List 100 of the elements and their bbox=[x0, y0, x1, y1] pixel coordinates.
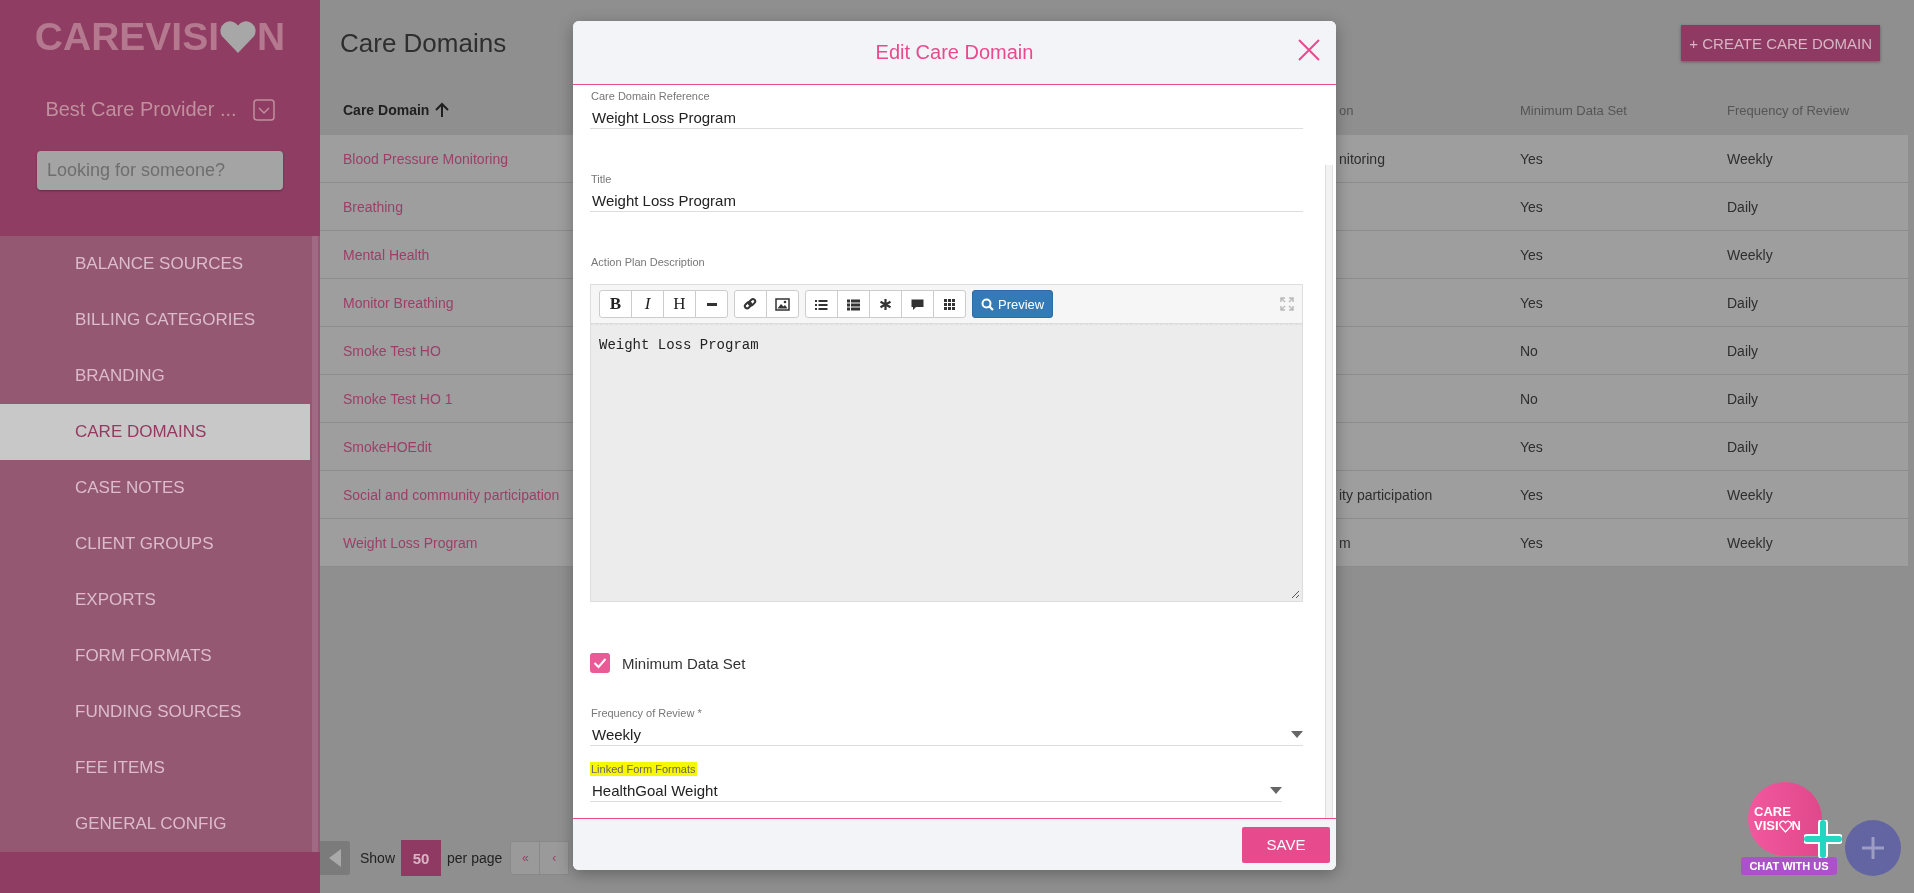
nav-item[interactable]: BILLING CATEGORIES bbox=[0, 292, 310, 348]
table-cell: Yes bbox=[1520, 438, 1543, 455]
field-label: Action Plan Description bbox=[590, 255, 706, 269]
column-header[interactable]: Care Domain bbox=[343, 102, 430, 118]
grid-icon bbox=[942, 296, 957, 312]
checkbox-label: Minimum Data Set bbox=[622, 654, 746, 672]
field-label: Frequency of Review * bbox=[590, 706, 703, 720]
domain-link[interactable]: Smoke Test HO bbox=[343, 342, 441, 359]
page-button[interactable]: « bbox=[510, 841, 541, 875]
domain-link[interactable]: Smoke Test HO 1 bbox=[343, 390, 453, 407]
asterisk-icon bbox=[878, 296, 893, 312]
table-cell: Weekly bbox=[1727, 534, 1773, 551]
domain-link[interactable]: Monitor Breathing bbox=[343, 294, 454, 311]
scrollbar[interactable] bbox=[1325, 165, 1333, 818]
nav-item[interactable]: GENERAL CONFIG bbox=[0, 796, 310, 852]
link-button[interactable] bbox=[734, 290, 767, 318]
domain-link[interactable]: Social and community participation bbox=[343, 486, 560, 503]
column-header[interactable]: Frequency of Review bbox=[1727, 102, 1850, 118]
table-cell: Yes bbox=[1520, 294, 1543, 311]
preview-button[interactable]: Preview bbox=[972, 290, 1054, 318]
table-cell: Daily bbox=[1727, 294, 1759, 311]
fullscreen-icon bbox=[1280, 297, 1294, 311]
logo-text: N bbox=[257, 15, 286, 59]
table-cell: Daily bbox=[1727, 342, 1759, 359]
image-icon bbox=[775, 296, 790, 312]
per-page-select[interactable]: 50 bbox=[401, 840, 442, 876]
table-cell: Daily bbox=[1727, 390, 1759, 407]
nav-item[interactable]: FEE ITEMS bbox=[0, 740, 310, 796]
table-cell: No bbox=[1520, 342, 1538, 359]
nav-item[interactable]: EXPORTS bbox=[0, 572, 310, 628]
caret-down-icon bbox=[1270, 786, 1282, 794]
save-button[interactable]: SAVE bbox=[1242, 826, 1330, 863]
page-title: Care Domains bbox=[340, 28, 507, 59]
nav-item[interactable]: CLIENT GROUPS bbox=[0, 516, 310, 572]
nav-item[interactable]: BRANDING bbox=[0, 348, 310, 404]
plus-icon bbox=[1861, 836, 1885, 860]
domain-link[interactable]: Blood Pressure Monitoring bbox=[343, 150, 508, 167]
text-field[interactable]: Weight Loss Program bbox=[590, 189, 1303, 212]
grid-button[interactable] bbox=[933, 290, 966, 318]
provider-name[interactable]: Best Care Provider ... bbox=[45, 98, 237, 121]
page-button[interactable]: ‹ bbox=[539, 841, 570, 875]
horizontal-rule-icon bbox=[706, 302, 717, 306]
table-cell: Yes bbox=[1520, 150, 1543, 167]
chevron-down-icon bbox=[252, 98, 275, 121]
table-cell: Daily bbox=[1727, 198, 1759, 215]
column-header[interactable]: Minimum Data Set bbox=[1520, 102, 1627, 118]
logo-text: CARE bbox=[1754, 805, 1792, 819]
nav-item[interactable]: FORM FORMATS bbox=[0, 628, 310, 684]
horizontal-rule-button[interactable] bbox=[695, 290, 728, 318]
plus-icon bbox=[1804, 820, 1842, 858]
speech-bubble-button[interactable] bbox=[901, 290, 934, 318]
asterisk-button[interactable] bbox=[869, 290, 902, 318]
image-button[interactable] bbox=[766, 290, 799, 318]
heart-icon bbox=[1778, 819, 1792, 833]
checkmark-icon bbox=[593, 657, 607, 669]
editor-text-area[interactable]: Weight Loss Program bbox=[590, 324, 1303, 602]
bullet-list-button[interactable] bbox=[805, 290, 838, 318]
close-icon[interactable] bbox=[1298, 39, 1320, 61]
bold-button[interactable]: B bbox=[599, 290, 632, 318]
table-cell: Weekly bbox=[1727, 246, 1773, 263]
table-cell: Weekly bbox=[1727, 486, 1773, 503]
table-cell: Yes bbox=[1520, 534, 1543, 551]
triangle-left-icon bbox=[329, 849, 341, 867]
list-button[interactable] bbox=[837, 290, 870, 318]
nav-item[interactable]: BALANCE SOURCES bbox=[0, 236, 310, 292]
nav-item[interactable]: FUNDING SOURCES bbox=[0, 684, 310, 740]
field-label: Title bbox=[590, 172, 613, 186]
link-icon bbox=[743, 296, 758, 312]
table-cell: m bbox=[1339, 534, 1351, 551]
domain-link[interactable]: Mental Health bbox=[343, 246, 430, 263]
logo-text: CAREVISI bbox=[34, 15, 219, 59]
table-cell: Weekly bbox=[1727, 150, 1773, 167]
chat-label[interactable]: CHAT WITH US bbox=[1741, 857, 1837, 875]
table-cell: Yes bbox=[1520, 246, 1543, 263]
logo-text: VISI bbox=[1754, 819, 1779, 833]
table-cell: Yes bbox=[1520, 198, 1543, 215]
table-cell: Daily bbox=[1727, 438, 1759, 455]
table-cell: No bbox=[1520, 390, 1538, 407]
select-field[interactable]: HealthGoal Weight bbox=[590, 779, 1282, 802]
domain-link[interactable]: Weight Loss Program bbox=[343, 534, 478, 551]
checkbox[interactable] bbox=[590, 653, 610, 673]
table-cell: nitoring bbox=[1339, 150, 1385, 167]
domain-link[interactable]: Breathing bbox=[343, 198, 403, 215]
italic-button[interactable]: I bbox=[631, 290, 664, 318]
caret-down-icon bbox=[1291, 730, 1303, 738]
per-page-label: per page bbox=[447, 850, 503, 866]
table-cell: Yes bbox=[1520, 486, 1543, 503]
nav-item[interactable]: CARE DOMAINS bbox=[0, 404, 310, 460]
table-cell: ity participation bbox=[1339, 486, 1433, 503]
field-label: Linked Form Formats bbox=[590, 762, 697, 776]
logo-text: N bbox=[1791, 819, 1801, 833]
show-label: Show bbox=[360, 850, 396, 866]
field-label: Care Domain Reference bbox=[590, 89, 711, 103]
nav-item[interactable]: CASE NOTES bbox=[0, 460, 310, 516]
text-field[interactable]: Weight Loss Program bbox=[590, 106, 1303, 129]
create-button[interactable]: + CREATE CARE DOMAIN bbox=[1681, 25, 1880, 61]
domain-link[interactable]: SmokeHOEdit bbox=[343, 438, 432, 455]
heading-button[interactable]: H bbox=[663, 290, 696, 318]
search-icon bbox=[981, 297, 994, 311]
select-field[interactable]: Weekly bbox=[590, 723, 1303, 746]
